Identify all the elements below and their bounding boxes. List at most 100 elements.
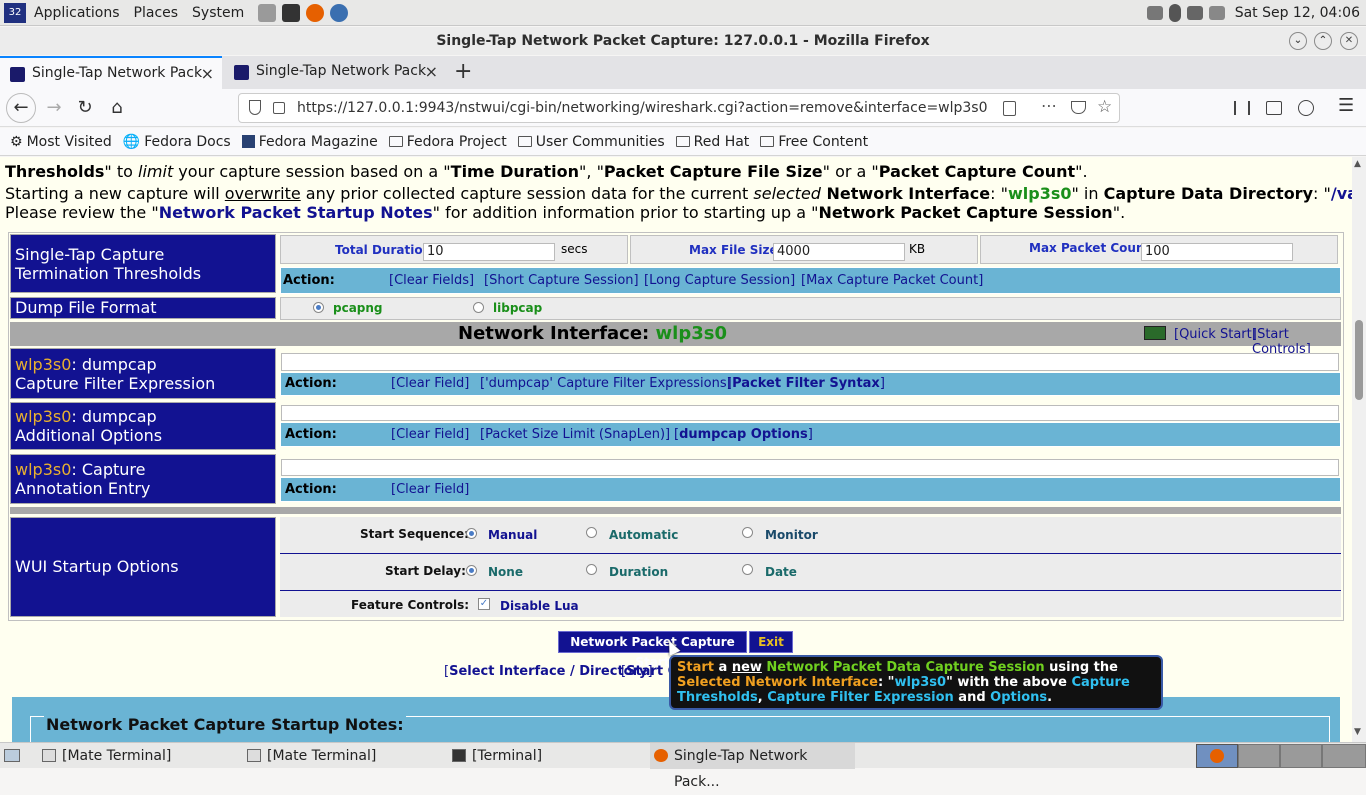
additional-action-bar: Action: [Clear Field] [Packet Size Limit… bbox=[280, 422, 1341, 447]
bluetooth-icon[interactable] bbox=[1168, 4, 1181, 22]
system-menu[interactable]: System bbox=[192, 5, 244, 21]
bookmark-label: Fedora Magazine bbox=[258, 133, 378, 150]
bookmark-fedora-docs[interactable]: 🌐 Fedora Docs bbox=[123, 134, 231, 150]
library-icon[interactable] bbox=[1234, 101, 1250, 115]
additional-options-input[interactable] bbox=[281, 405, 1339, 421]
duration-label[interactable]: Duration bbox=[609, 565, 668, 579]
snaplen-link[interactable]: [Packet Size Limit (SnapLen)] bbox=[480, 427, 670, 442]
libpcap-radio[interactable] bbox=[473, 302, 484, 313]
show-desktop-icon[interactable] bbox=[4, 749, 20, 762]
close-tab-icon[interactable]: × bbox=[201, 58, 214, 89]
duration-input[interactable]: 10 bbox=[423, 243, 555, 261]
automatic-radio[interactable] bbox=[586, 527, 597, 538]
workspace-3[interactable] bbox=[1280, 744, 1322, 768]
volume-icon[interactable] bbox=[1146, 6, 1163, 20]
none-label[interactable]: None bbox=[488, 565, 523, 579]
url-bar[interactable]: https://127.0.0.1:9943/nstwui/cgi-bin/ne… bbox=[238, 93, 1120, 123]
disable-lua-checkbox[interactable]: ✓ bbox=[478, 598, 490, 610]
scroll-up-icon[interactable]: ▲ bbox=[1354, 159, 1361, 169]
page-scrollbar[interactable]: ▲ ▼ bbox=[1352, 157, 1366, 742]
url-text[interactable]: https://127.0.0.1:9943/nstwui/cgi-bin/ne… bbox=[297, 94, 988, 122]
monitor-label[interactable]: Monitor bbox=[765, 528, 818, 542]
network-icon[interactable] bbox=[1186, 6, 1203, 20]
battery-icon[interactable] bbox=[1208, 6, 1225, 20]
bookmark-most-visited[interactable]: ⚙ Most Visited bbox=[10, 134, 112, 150]
clock[interactable]: Sat Sep 12, 04:06 bbox=[1235, 5, 1360, 21]
minimize-icon[interactable]: ⌄ bbox=[1289, 32, 1307, 50]
places-menu[interactable]: Places bbox=[134, 5, 179, 21]
page-actions-icon[interactable]: ⋯ bbox=[1041, 96, 1057, 115]
firefox-launcher-icon[interactable] bbox=[306, 3, 325, 22]
network-card-icon[interactable] bbox=[1144, 326, 1166, 340]
home-icon[interactable]: ⌂ bbox=[103, 95, 131, 121]
pocket-icon[interactable] bbox=[1071, 101, 1086, 114]
max-count-link[interactable]: [Max Capture Packet Count] bbox=[801, 273, 983, 288]
workspace-2[interactable] bbox=[1238, 744, 1280, 768]
taskbar-item-terminal[interactable]: [Terminal] bbox=[448, 743, 542, 769]
scrollbar-thumb[interactable] bbox=[1355, 320, 1363, 400]
packet-filter-syntax-link[interactable]: [Packet Filter Syntax] bbox=[727, 376, 885, 391]
exit-button[interactable]: Exit bbox=[749, 631, 793, 653]
filesize-input[interactable]: 4000 bbox=[773, 243, 905, 261]
sidebar-icon[interactable] bbox=[1266, 101, 1282, 115]
filter-expression-input[interactable] bbox=[281, 353, 1339, 371]
close-tab-icon[interactable]: × bbox=[425, 56, 438, 87]
short-capture-link[interactable]: [Short Capture Session] bbox=[484, 273, 639, 288]
capture-start-button[interactable]: Network Packet Capture Start bbox=[558, 631, 747, 669]
duration-radio[interactable] bbox=[586, 564, 597, 575]
bookmark-free-content[interactable]: Free Content bbox=[760, 134, 868, 150]
new-tab-icon[interactable]: + bbox=[454, 59, 472, 84]
maximize-icon[interactable]: ⌃ bbox=[1314, 32, 1332, 50]
disable-lua-label[interactable]: Disable Lua bbox=[500, 599, 579, 613]
bookmark-star-icon[interactable]: ☆ bbox=[1097, 97, 1112, 117]
count-input[interactable]: 100 bbox=[1141, 243, 1293, 261]
monitor-radio[interactable] bbox=[742, 527, 753, 538]
tab-1[interactable]: Single-Tap Network Pack × bbox=[0, 56, 222, 89]
terminal-launcher-icon[interactable] bbox=[282, 3, 301, 22]
filter-expressions-link[interactable]: ['dumpcap' Capture Filter Expressions] bbox=[480, 376, 732, 391]
taskbar-item-firefox[interactable]: Single-Tap Network Pack... bbox=[650, 743, 855, 790]
reload-icon[interactable]: ↻ bbox=[71, 95, 99, 121]
launcher-icon[interactable] bbox=[258, 3, 277, 22]
clear-fields-link[interactable]: [Clear Fields] bbox=[389, 273, 474, 288]
back-icon[interactable]: ← bbox=[6, 93, 36, 123]
bookmark-user-communities[interactable]: User Communities bbox=[517, 134, 665, 150]
workspace-switcher[interactable] bbox=[1196, 744, 1366, 768]
workspace-1[interactable] bbox=[1196, 744, 1238, 768]
quick-start-link[interactable]: [Quick Start] bbox=[1174, 327, 1257, 342]
bookmark-fedora-magazine[interactable]: Fedora Magazine bbox=[241, 133, 378, 150]
date-label[interactable]: Date bbox=[765, 565, 797, 579]
taskbar-item-mate-terminal-1[interactable]: [Mate Terminal] bbox=[38, 743, 171, 769]
tab-2[interactable]: Single-Tap Network Pack × bbox=[224, 56, 446, 89]
long-capture-link[interactable]: [Long Capture Session] bbox=[644, 273, 795, 288]
date-radio[interactable] bbox=[742, 564, 753, 575]
startup-notes-link[interactable]: Network Packet Startup Notes bbox=[159, 203, 433, 222]
globe-launcher-icon[interactable] bbox=[330, 3, 349, 22]
menu-icon[interactable]: ☰ bbox=[1338, 95, 1354, 116]
lock-warning-icon[interactable] bbox=[273, 102, 285, 114]
bookmark-red-hat[interactable]: Red Hat bbox=[675, 134, 749, 150]
manual-radio[interactable] bbox=[466, 528, 477, 539]
applications-menu[interactable]: Applications bbox=[34, 5, 120, 21]
bookmark-fedora-project[interactable]: Fedora Project bbox=[388, 134, 507, 150]
workspace-icon[interactable]: 32 bbox=[4, 2, 26, 23]
automatic-label[interactable]: Automatic bbox=[609, 528, 678, 542]
pcapng-label[interactable]: pcapng bbox=[333, 301, 383, 315]
taskbar-item-mate-terminal-2[interactable]: [Mate Terminal] bbox=[243, 743, 376, 769]
dumpcap-options-link[interactable]: [dumpcap Options] bbox=[674, 427, 813, 442]
reader-view-icon[interactable] bbox=[1003, 101, 1016, 116]
clear-annotation-link[interactable]: [Clear Field] bbox=[391, 482, 469, 497]
none-radio[interactable] bbox=[466, 565, 477, 576]
shield-icon[interactable] bbox=[249, 100, 261, 115]
forward-icon[interactable]: → bbox=[40, 95, 68, 121]
account-icon[interactable] bbox=[1298, 100, 1314, 116]
annotation-input[interactable] bbox=[281, 459, 1339, 476]
libpcap-label[interactable]: libpcap bbox=[493, 301, 542, 315]
clear-additional-link[interactable]: [Clear Field] bbox=[391, 427, 469, 442]
close-icon[interactable]: ✕ bbox=[1340, 32, 1358, 50]
manual-label[interactable]: Manual bbox=[488, 528, 537, 542]
clear-filter-link[interactable]: [Clear Field] bbox=[391, 376, 469, 391]
pcapng-radio[interactable] bbox=[313, 302, 324, 313]
workspace-4[interactable] bbox=[1322, 744, 1366, 768]
scroll-down-icon[interactable]: ▼ bbox=[1354, 727, 1361, 737]
